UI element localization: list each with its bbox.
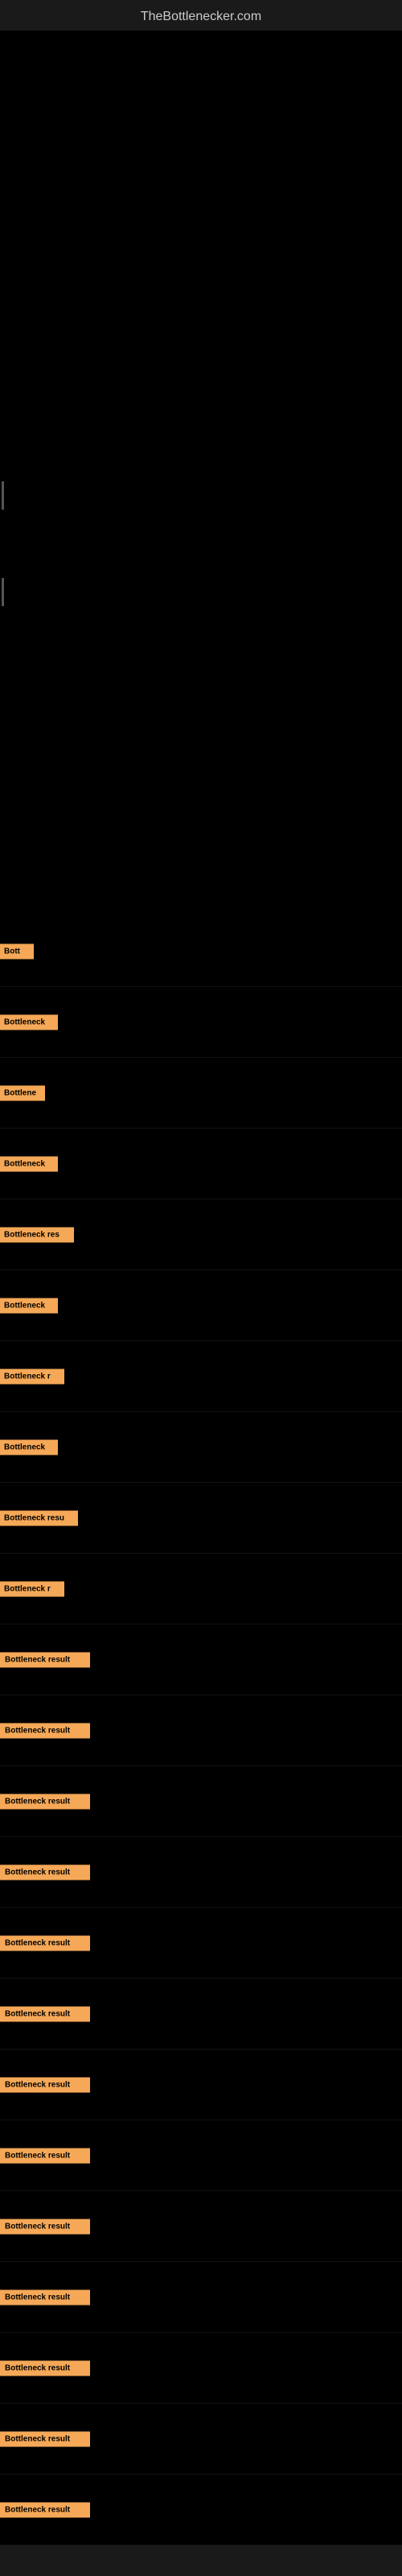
chart-area xyxy=(0,31,402,916)
result-row-14: Bottleneck result xyxy=(0,1837,402,1908)
result-badge-11[interactable]: Bottleneck result xyxy=(0,1652,90,1667)
result-badge-13[interactable]: Bottleneck result xyxy=(0,1794,90,1809)
result-badge-5[interactable]: Bottleneck res xyxy=(0,1227,74,1242)
result-badge-8[interactable]: Bottleneck xyxy=(0,1439,58,1455)
result-badge-14[interactable]: Bottleneck result xyxy=(0,1864,90,1880)
result-row-23: Bottleneck result xyxy=(0,2475,402,2545)
result-badge-18[interactable]: Bottleneck result xyxy=(0,2148,90,2163)
result-badge-7[interactable]: Bottleneck r xyxy=(0,1368,64,1384)
result-row-17: Bottleneck result xyxy=(0,2050,402,2120)
result-badge-6[interactable]: Bottleneck xyxy=(0,1298,58,1313)
result-row-2: Bottleneck xyxy=(0,987,402,1058)
result-badge-20[interactable]: Bottleneck result xyxy=(0,2289,90,2305)
chart-marker-2 xyxy=(2,578,4,606)
result-row-20: Bottleneck result xyxy=(0,2262,402,2333)
result-badge-17[interactable]: Bottleneck result xyxy=(0,2077,90,2092)
result-row-4: Bottleneck xyxy=(0,1129,402,1199)
result-badge-4[interactable]: Bottleneck xyxy=(0,1156,58,1171)
result-badge-22[interactable]: Bottleneck result xyxy=(0,2431,90,2446)
site-title: TheBottlenecker.com xyxy=(0,0,402,31)
result-row-6: Bottleneck xyxy=(0,1270,402,1341)
result-row-21: Bottleneck result xyxy=(0,2333,402,2404)
result-row-9: Bottleneck resu xyxy=(0,1483,402,1554)
result-row-18: Bottleneck result xyxy=(0,2120,402,2191)
result-row-16: Bottleneck result xyxy=(0,1979,402,2050)
result-row-10: Bottleneck r xyxy=(0,1554,402,1624)
result-row-1: Bott xyxy=(0,916,402,987)
result-badge-10[interactable]: Bottleneck r xyxy=(0,1581,64,1596)
result-badge-1[interactable]: Bott xyxy=(0,943,34,959)
result-row-3: Bottlene xyxy=(0,1058,402,1129)
result-badge-9[interactable]: Bottleneck resu xyxy=(0,1510,78,1525)
result-row-5: Bottleneck res xyxy=(0,1199,402,1270)
chart-marker-1 xyxy=(2,481,4,510)
result-badge-15[interactable]: Bottleneck result xyxy=(0,1935,90,1951)
result-row-8: Bottleneck xyxy=(0,1412,402,1483)
result-row-7: Bottleneck r xyxy=(0,1341,402,1412)
result-row-11: Bottleneck result xyxy=(0,1624,402,1695)
result-badge-2[interactable]: Bottleneck xyxy=(0,1014,58,1030)
result-badge-21[interactable]: Bottleneck result xyxy=(0,2360,90,2376)
result-badge-3[interactable]: Bottlene xyxy=(0,1085,45,1100)
results-container: Bott Bottleneck Bottlene Bottleneck Bott… xyxy=(0,916,402,2545)
result-row-13: Bottleneck result xyxy=(0,1766,402,1837)
result-badge-12[interactable]: Bottleneck result xyxy=(0,1723,90,1738)
result-badge-23[interactable]: Bottleneck result xyxy=(0,2502,90,2517)
result-badge-16[interactable]: Bottleneck result xyxy=(0,2006,90,2021)
result-row-12: Bottleneck result xyxy=(0,1695,402,1766)
result-badge-19[interactable]: Bottleneck result xyxy=(0,2219,90,2234)
result-row-22: Bottleneck result xyxy=(0,2404,402,2475)
result-row-19: Bottleneck result xyxy=(0,2191,402,2262)
result-row-15: Bottleneck result xyxy=(0,1908,402,1979)
